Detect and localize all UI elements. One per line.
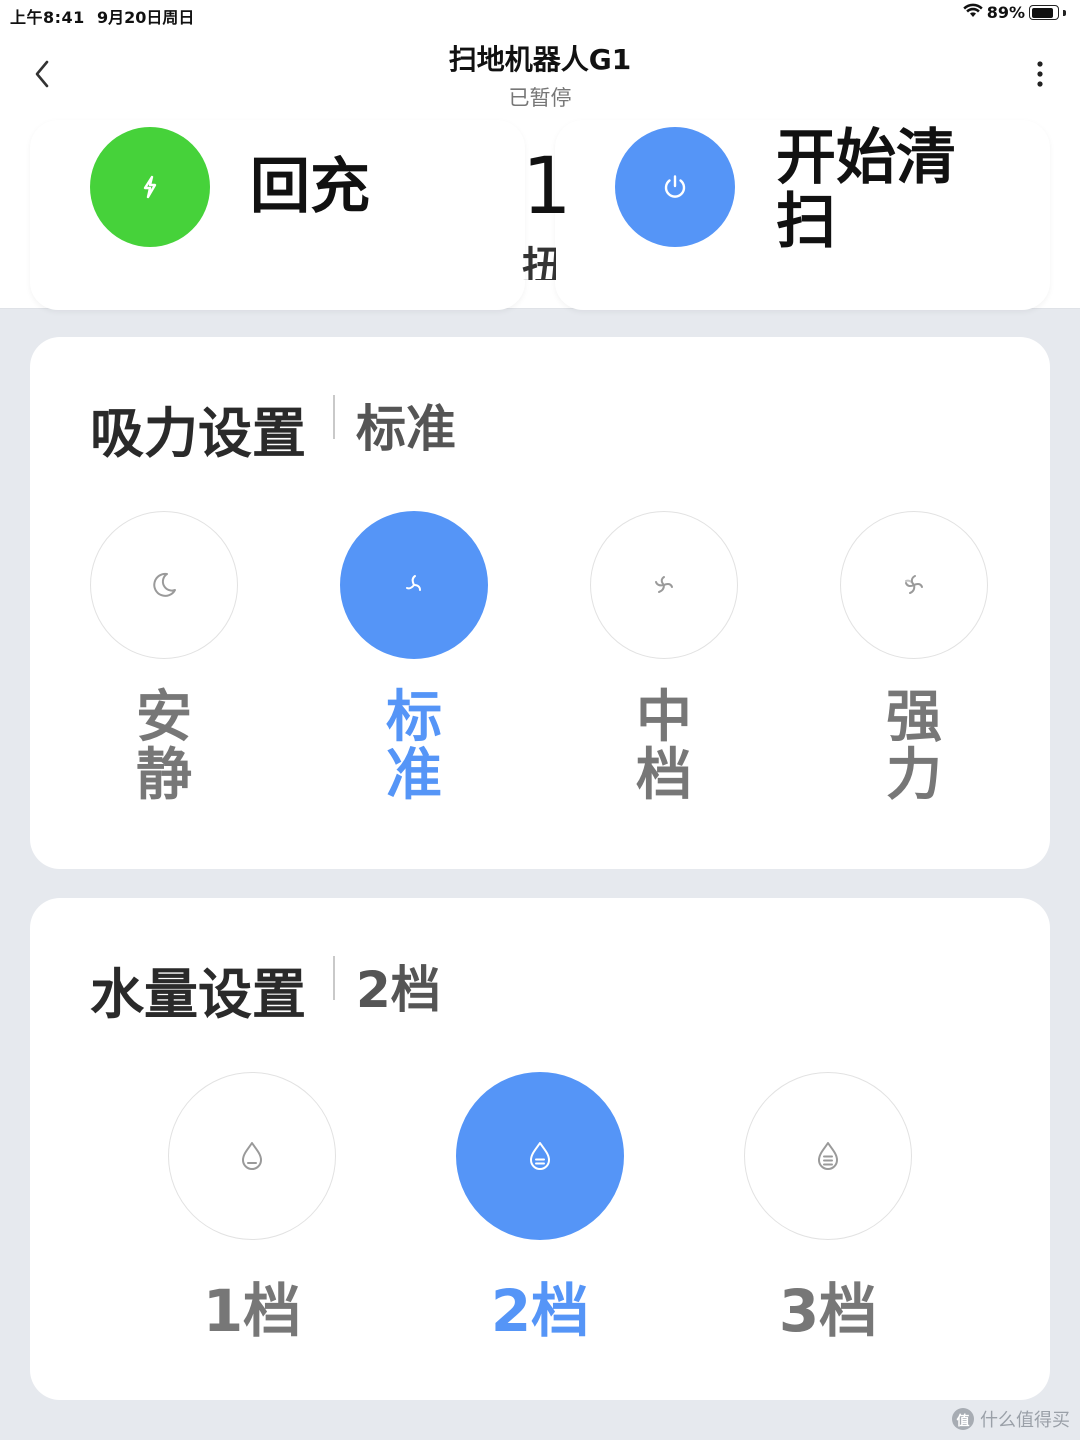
- center-text: 扭: [522, 244, 556, 280]
- suction-option-quiet[interactable]: [90, 511, 238, 659]
- start-clean-label-line1: 开始清: [776, 123, 956, 193]
- suction-settings-card: 吸力设置 标准 安 静 标 准 中 档 强 力: [30, 337, 1050, 869]
- title-divider: [333, 956, 335, 1000]
- battery-fill: [1031, 7, 1053, 18]
- label-line: 准: [386, 743, 442, 808]
- suction-current-value: 标准: [356, 400, 456, 458]
- label-line: 力: [886, 743, 942, 808]
- power-icon: [664, 175, 686, 198]
- suction-option-quiet-label: 安 静: [134, 689, 194, 805]
- label-line: 静: [136, 743, 192, 808]
- header-area: 上午8:41 9月20日周日 89% 扫地机器人G1 已暂停 回充 1 扭 开始…: [0, 0, 1080, 310]
- fan-icon: [406, 575, 421, 591]
- moon-icon: [153, 572, 176, 597]
- center-number: 1: [522, 142, 572, 232]
- water-level-1[interactable]: [168, 1072, 336, 1240]
- water-drop-mid-icon: [530, 1142, 550, 1170]
- start-clean-label-line2: 扫: [776, 187, 836, 257]
- device-status: 已暂停: [508, 86, 572, 110]
- status-date: 9月20日周日: [97, 8, 195, 27]
- return-charge-label: 回充: [250, 152, 370, 222]
- wifi-icon: [963, 3, 983, 22]
- label-line: 标: [386, 685, 442, 750]
- water-level-3[interactable]: [744, 1072, 912, 1240]
- start-clean-label: 开始清 扫: [776, 126, 976, 254]
- water-title: 水量设置: [90, 963, 306, 1026]
- suction-option-strong-label: 强 力: [884, 689, 944, 805]
- label-line: 档: [636, 743, 692, 808]
- suction-title: 吸力设置: [90, 402, 306, 465]
- suction-option-standard[interactable]: [340, 511, 488, 659]
- chevron-left-icon: [35, 60, 49, 88]
- water-drop-high-icon: [818, 1142, 838, 1170]
- label-line: 中: [636, 685, 692, 750]
- fan-icon: [655, 576, 673, 593]
- start-clean-button[interactable]: [615, 127, 735, 247]
- status-bar: 上午8:41 9月20日周日 89%: [0, 0, 1080, 28]
- status-time: 上午8:41: [10, 8, 85, 27]
- fan-icon: [905, 575, 923, 594]
- suction-option-standard-label: 标 准: [384, 689, 444, 805]
- return-charge-button[interactable]: [90, 127, 210, 247]
- label-line: 安: [136, 685, 192, 750]
- battery-icon: [1029, 5, 1059, 20]
- water-drop-low-icon: [242, 1142, 262, 1170]
- water-settings-card: 水量设置 2档 1档 2档 3档: [30, 898, 1050, 1400]
- more-vertical-icon: [1037, 61, 1043, 87]
- water-current-value: 2档: [356, 961, 441, 1019]
- battery-tip: [1063, 9, 1066, 16]
- more-button[interactable]: [1020, 54, 1060, 94]
- page-title: 扫地机器人G1: [448, 43, 632, 76]
- watermark-logo-icon: 值: [952, 1408, 974, 1430]
- watermark-text: 什么值得买: [980, 1410, 1070, 1431]
- status-indicators: 89%: [963, 3, 1066, 22]
- water-level-2-label: 2档: [490, 1277, 590, 1345]
- suction-option-medium-label: 中 档: [634, 689, 694, 805]
- watermark: 值 什么值得买: [952, 1406, 1070, 1432]
- label-line: 强: [886, 685, 942, 750]
- title-divider: [333, 395, 335, 439]
- water-level-3-label: 3档: [778, 1277, 878, 1345]
- suction-option-strong[interactable]: [840, 511, 988, 659]
- water-level-2[interactable]: [456, 1072, 624, 1240]
- lightning-icon: [143, 175, 157, 199]
- battery-percent: 89%: [986, 3, 1025, 22]
- water-level-1-label: 1档: [202, 1277, 302, 1345]
- suction-option-medium[interactable]: [590, 511, 738, 659]
- back-button[interactable]: [22, 54, 62, 94]
